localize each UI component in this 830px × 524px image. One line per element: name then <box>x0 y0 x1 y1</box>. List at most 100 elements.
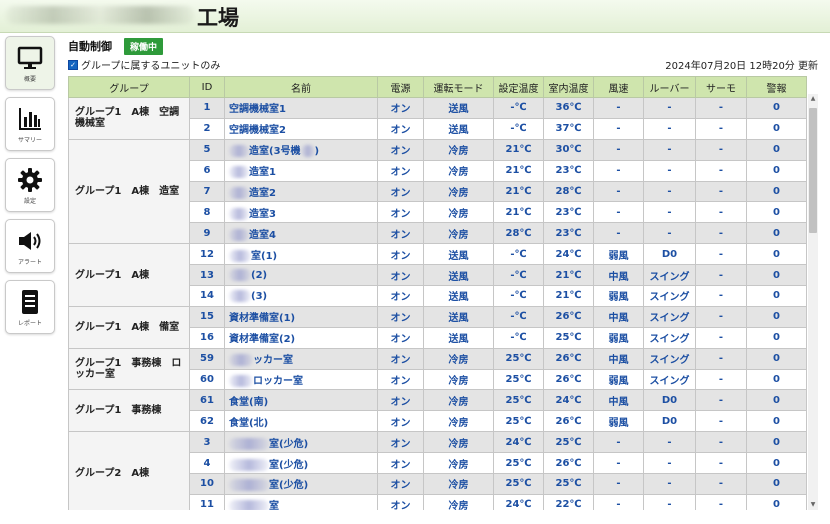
louver-cell: - <box>643 180 696 203</box>
redacted-text <box>300 145 315 158</box>
name-cell[interactable]: 空調機械室1 <box>224 97 378 119</box>
column-header[interactable]: 電源 <box>377 76 424 98</box>
group-filter[interactable]: ✓ グループに属するユニットのみ <box>68 57 220 72</box>
louver-cell: - <box>643 493 696 510</box>
thermo-cell: - <box>695 180 747 203</box>
name-text: 造室1 <box>249 167 276 179</box>
alarm-cell: 0 <box>746 305 807 328</box>
room-temp-cell: 24℃ <box>543 389 594 412</box>
power-cell: オン <box>377 285 424 307</box>
name-cell[interactable]: 造室2 <box>224 180 378 203</box>
column-header[interactable]: 警報 <box>746 76 807 98</box>
id-cell: 60 <box>189 368 225 391</box>
name-cell[interactable]: 空調機械室2 <box>224 117 378 140</box>
room-temp-cell: 23℃ <box>543 159 594 182</box>
sidebar-item-alert[interactable]: アラート <box>5 219 55 273</box>
sidebar-item-overview[interactable]: 概要 <box>5 36 55 90</box>
gear-icon <box>18 167 42 192</box>
name-text: 室(少危) <box>269 438 309 450</box>
sidebar-item-report[interactable]: レポート <box>5 280 55 334</box>
name-cell[interactable]: 室 <box>224 493 378 510</box>
id-cell: 13 <box>189 264 225 287</box>
scroll-up-arrow-icon[interactable]: ▲ <box>808 94 818 104</box>
mode-cell: 冷房 <box>423 493 494 510</box>
power-cell: オン <box>377 389 424 412</box>
sidebar-item-settings[interactable]: 設定 <box>5 158 55 212</box>
power-cell: オン <box>377 326 424 349</box>
louver-cell: - <box>643 117 696 140</box>
name-cell[interactable]: 室(1) <box>224 243 378 266</box>
alarm-cell: 0 <box>746 368 807 391</box>
redacted-text <box>229 289 251 302</box>
column-header[interactable]: 設定温度 <box>493 76 544 98</box>
name-cell[interactable]: ロッカー室 <box>224 368 378 391</box>
room-temp-cell: 26℃ <box>543 305 594 328</box>
column-header[interactable]: 運転モード <box>423 76 494 98</box>
id-cell: 8 <box>189 201 225 224</box>
thermo-cell: - <box>695 201 747 224</box>
sidebar-item-summary[interactable]: サマリー <box>5 97 55 151</box>
table-body: グループ1 A棟 空調機械室 1 空調機械室1 オン 送風 -℃ 36℃ - - -0 2 空調機械室… <box>68 97 807 510</box>
table-row[interactable]: グループ1 A棟 空調機械室 1 空調機械室1 オン 送風 -℃ 36℃ - - -0 <box>68 97 807 140</box>
column-header[interactable]: サーモ <box>695 76 747 98</box>
name-text: 造室4 <box>249 229 276 241</box>
name-cell[interactable]: 室(少危) <box>224 473 378 495</box>
mode-cell: 送風 <box>423 97 494 119</box>
name-cell[interactable]: 室(少危) <box>224 431 378 454</box>
column-header[interactable]: 室内温度 <box>543 76 594 98</box>
table-row[interactable]: グループ2 A棟 3 室(少危) オン 冷房 24℃ 25℃ - - -0 <box>68 431 807 510</box>
mode-cell: 送風 <box>423 264 494 287</box>
name-cell[interactable]: ッカー室 <box>224 347 378 370</box>
scrollbar-thumb[interactable] <box>809 108 817 233</box>
column-header[interactable]: ID <box>189 76 225 98</box>
name-text: ッカー室 <box>253 355 293 367</box>
name-cell[interactable]: 造室3 <box>224 201 378 224</box>
fan-speed-cell: 中風 <box>593 347 644 370</box>
thermo-cell: - <box>695 305 747 328</box>
column-header[interactable]: 名前 <box>224 76 378 98</box>
name-cell[interactable]: 室(少危) <box>224 452 378 475</box>
name-cell[interactable]: 食堂(南) <box>224 389 378 412</box>
id-cell: 10 <box>189 473 225 495</box>
alarm-cell: 0 <box>746 264 807 287</box>
table-row[interactable]: グループ1 事務棟 ロッカー室 59 ッカー室 オン 冷房 25℃ 26℃ 中風 スイング -0 <box>68 347 807 391</box>
table-row[interactable]: グループ1 A棟 造室 5 造室(3号機) オン 冷房 21℃ 30℃ - - -0 <box>68 138 807 245</box>
group-filter-checkbox[interactable]: ✓ <box>68 59 78 70</box>
louver-cell: D0 <box>643 243 696 266</box>
set-temp-cell: 25℃ <box>493 452 544 475</box>
unit-table-container: グループ ID 名前 電源 運転モード 設定温度 室内温度 風速 ルーバー サーモ 警報 グループ1… <box>68 76 818 510</box>
column-header[interactable]: グループ <box>68 76 190 98</box>
room-temp-cell: 26℃ <box>543 368 594 391</box>
id-cell: 5 <box>189 138 225 161</box>
table-row[interactable]: グループ1 A棟 12 室(1) オン 送風 -℃ 24℃ 弱風 D0-0 <box>68 243 807 307</box>
fan-speed-cell: 中風 <box>593 305 644 328</box>
name-cell[interactable]: 造室(3号機) <box>224 138 378 161</box>
name-cell[interactable]: 資材準備室(2) <box>224 326 378 349</box>
thermo-cell: - <box>695 473 747 495</box>
louver-cell: スイング <box>643 347 696 370</box>
column-header[interactable]: 風速 <box>593 76 644 98</box>
fan-speed-cell: 弱風 <box>593 285 644 307</box>
set-temp-cell: 25℃ <box>493 389 544 412</box>
name-cell[interactable]: 食堂(北) <box>224 410 378 433</box>
name-cell[interactable]: (3) <box>224 285 378 307</box>
name-cell[interactable]: 資材準備室(1) <box>224 305 378 328</box>
group-cell: グループ1 事務棟 ロッカー室 <box>68 347 190 391</box>
id-cell: 3 <box>189 431 225 454</box>
column-header[interactable]: ルーバー <box>643 76 696 98</box>
fan-speed-cell: - <box>593 431 644 454</box>
name-cell[interactable]: 造室4 <box>224 222 378 245</box>
scroll-down-arrow-icon[interactable]: ▼ <box>808 500 818 510</box>
table-row[interactable]: グループ1 事務棟 61 食堂(南) オン 冷房 25℃ 24℃ 中風 D0-0 <box>68 389 807 433</box>
table-row[interactable]: グループ1 A棟 備室 15 資材準備室(1) オン 送風 -℃ 26℃ 中風 スイング -0 <box>68 305 807 349</box>
group-cell: グループ1 事務棟 <box>68 389 190 433</box>
name-cell[interactable]: 造室1 <box>224 159 378 182</box>
mode-cell: 冷房 <box>423 473 494 495</box>
mode-cell: 冷房 <box>423 431 494 454</box>
louver-cell: スイング <box>643 264 696 287</box>
sidebar-label: 設定 <box>23 197 36 205</box>
name-cell[interactable]: (2) <box>224 264 378 287</box>
mode-cell: 冷房 <box>423 180 494 203</box>
vertical-scrollbar[interactable]: ▲ ▼ <box>808 94 818 510</box>
sidebar-label: レポート <box>17 319 42 327</box>
